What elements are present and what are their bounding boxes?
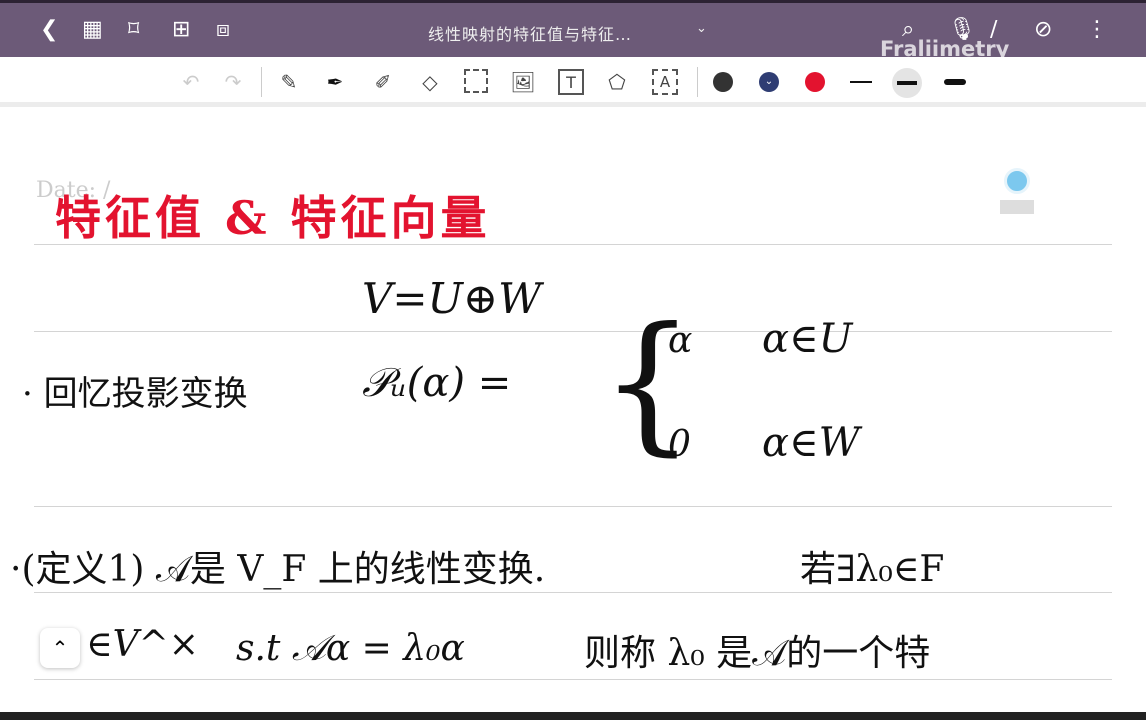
- more-icon[interactable]: ⋮: [1086, 17, 1108, 42]
- back-icon[interactable]: ❮: [40, 17, 58, 42]
- ruled-line: [34, 506, 1112, 507]
- chevron-down-icon[interactable]: ⌄: [696, 21, 707, 36]
- text-box-icon[interactable]: A: [652, 69, 678, 95]
- grid-view-icon[interactable]: ▦: [82, 17, 103, 42]
- ruled-line: [34, 331, 1112, 332]
- divider: [261, 67, 262, 97]
- undo-icon[interactable]: ↶: [178, 69, 204, 95]
- image-icon[interactable]: 🖼: [510, 69, 536, 95]
- definition-line-2: 若∃λ₀∈F: [800, 549, 945, 590]
- redo-icon[interactable]: ↷: [220, 69, 246, 95]
- read-only-icon[interactable]: ⊘: [1034, 17, 1052, 42]
- document-title[interactable]: 线性映射的特征值与特征…: [428, 21, 632, 45]
- stroke-thin[interactable]: [850, 81, 872, 83]
- stroke-thick[interactable]: [944, 79, 966, 85]
- top-navigation-bar: ❮ ▦ ⌑ ⊞ ⧈ 线性映射的特征值与特征… ⌄ ⌕ 🎙 ∕ ⊘ ⋮ Frali…: [0, 0, 1146, 61]
- fountain-pen-tool-icon[interactable]: ✒: [322, 69, 348, 95]
- highlighter-icon[interactable]: ✐: [370, 69, 396, 95]
- direct-sum-equation: V=U⊕W: [362, 274, 542, 323]
- pen-tool-icon[interactable]: ✎: [276, 69, 302, 95]
- ruled-line: [34, 592, 1112, 593]
- text-tool-icon[interactable]: T: [558, 69, 584, 95]
- bookmark-icon[interactable]: ⌑: [128, 17, 139, 42]
- note-title: 特征值 & 特征向量: [55, 191, 491, 245]
- eigenvalue-definition: 则称 λ₀ 是𝒜的一个特: [584, 633, 931, 674]
- tool-bar: ↶ ↷ ✎ ✒ ✐ ◇ 🖼 T ⬠ A ⌄: [0, 57, 1146, 107]
- chevron-up-icon: ⌃: [51, 636, 69, 660]
- notebook-page[interactable]: Date: / 特征值 & 特征向量 V=U⊕W · 回忆投影变换 𝒫ᵤ(α) …: [0, 112, 1146, 712]
- shape-tool-icon[interactable]: ⬠: [604, 69, 630, 95]
- definition-line: ·(定义1) 𝒜是 V_F 上的线性变换.: [10, 549, 546, 590]
- eigen-equation: s.t 𝒜α = λ₀α: [236, 628, 465, 669]
- color-red[interactable]: [805, 72, 825, 92]
- ruled-line: [34, 679, 1112, 680]
- recall-label: · 回忆投影变换: [22, 374, 248, 414]
- scroll-up-button[interactable]: ⌃: [40, 628, 80, 668]
- case2-value: 0: [668, 424, 691, 465]
- color-navy-selected[interactable]: ⌄: [759, 72, 779, 92]
- alpha-set: ∈V^×: [86, 624, 199, 665]
- case1-value: α: [668, 320, 693, 361]
- page-marker-icon[interactable]: [1004, 168, 1030, 194]
- lasso-select-icon[interactable]: [464, 69, 488, 93]
- bottom-edge: [0, 712, 1146, 720]
- eraser-icon[interactable]: ◇: [417, 69, 443, 95]
- add-page-icon[interactable]: ⊞: [172, 17, 190, 42]
- divider: [697, 67, 698, 97]
- crop-icon[interactable]: ⧈: [216, 17, 230, 42]
- page-marker-tab: [1000, 200, 1034, 214]
- stroke-medium-selected[interactable]: [892, 68, 922, 98]
- color-black[interactable]: [713, 72, 733, 92]
- case1-condition: α∈U: [762, 316, 853, 362]
- case2-condition: α∈W: [762, 420, 860, 466]
- projection-lhs: 𝒫ᵤ(α) =: [362, 360, 512, 406]
